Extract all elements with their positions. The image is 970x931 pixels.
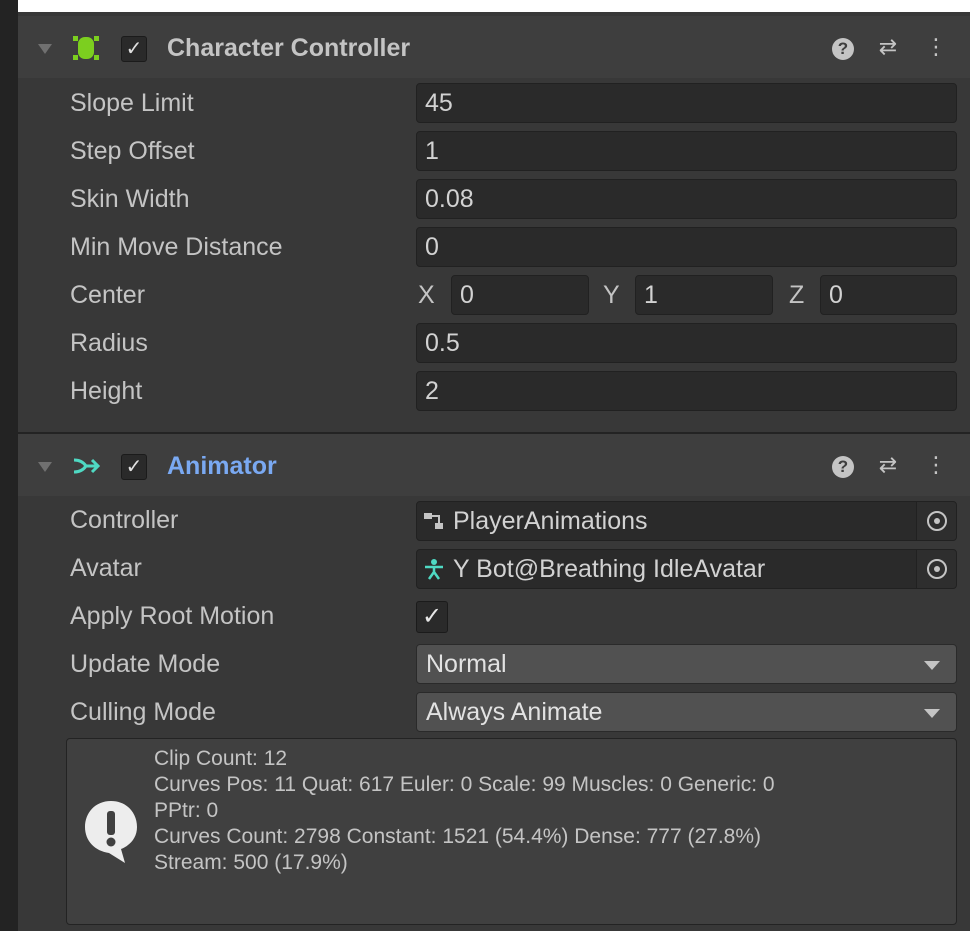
character-controller-title: Character Controller <box>167 34 411 62</box>
animator-enabled-checkbox[interactable]: ✓ <box>121 454 147 480</box>
character-controller-icon <box>73 36 99 60</box>
center-z-field[interactable]: 0 <box>820 275 957 315</box>
target-icon-dot <box>934 518 940 524</box>
character-controller-header[interactable]: ✓ Character Controller ? ⇄ ⋮ <box>18 16 970 78</box>
animator-controller-icon <box>424 513 443 529</box>
window-edge <box>0 0 18 931</box>
check-icon: ✓ <box>421 603 443 630</box>
culling-mode-label: Culling Mode <box>70 698 216 726</box>
dropdown-arrow-icon <box>924 661 940 670</box>
info-line: PPtr: 0 <box>154 799 219 822</box>
controller-object-field[interactable]: PlayerAnimations <box>416 501 957 541</box>
avatar-object-field[interactable]: Y Bot@Breathing IdleAvatar <box>416 549 957 589</box>
presets-button[interactable]: ⇄ <box>873 32 903 62</box>
target-icon-dot <box>934 566 940 572</box>
center-x-field[interactable]: 0 <box>451 275 589 315</box>
apply-root-motion-checkbox[interactable]: ✓ <box>416 601 448 633</box>
animator-title: Animator <box>167 452 277 480</box>
apply-root-motion-label: Apply Root Motion <box>70 602 275 630</box>
object-picker-button[interactable] <box>916 502 956 540</box>
screenshot-frame: ✓ Character Controller ? ⇄ ⋮ Slope Limit… <box>0 0 970 931</box>
step-offset-label: Step Offset <box>70 137 195 165</box>
presets-icon: ⇄ <box>878 452 898 477</box>
info-icon <box>85 801 137 863</box>
animator-icon <box>73 458 100 474</box>
info-line: Stream: 500 (17.9%) <box>154 851 348 874</box>
animator-info-helpbox: Clip Count: 12 Curves Pos: 11 Quat: 617 … <box>66 738 957 925</box>
update-mode-value: Normal <box>426 650 507 678</box>
avatar-label: Avatar <box>70 554 142 582</box>
dropdown-arrow-icon <box>924 709 940 718</box>
culling-mode-value: Always Animate <box>426 698 603 726</box>
update-mode-label: Update Mode <box>70 650 221 678</box>
controller-value: PlayerAnimations <box>453 507 648 535</box>
center-label: Center <box>70 281 146 309</box>
update-mode-dropdown[interactable]: Normal <box>416 644 957 684</box>
more-options-button[interactable]: ⋮ <box>921 32 951 62</box>
slope-limit-field[interactable]: 45 <box>416 83 957 123</box>
info-line: Curves Count: 2798 Constant: 1521 (54.4%… <box>154 825 762 848</box>
avatar-value: Y Bot@Breathing IdleAvatar <box>453 555 766 583</box>
inspector-panel: ✓ Character Controller ? ⇄ ⋮ Slope Limit… <box>18 12 970 931</box>
kebab-menu-icon: ⋮ <box>925 452 947 477</box>
skin-width-field[interactable]: 0.08 <box>416 179 957 219</box>
height-field[interactable]: 2 <box>416 371 957 411</box>
presets-button[interactable]: ⇄ <box>873 450 903 480</box>
center-x-label[interactable]: X <box>418 275 435 315</box>
check-icon: ✓ <box>125 38 143 60</box>
center-z-label[interactable]: Z <box>789 275 804 315</box>
min-move-distance-field[interactable]: 0 <box>416 227 957 267</box>
info-line: Clip Count: 12 <box>154 747 288 770</box>
more-options-button[interactable]: ⋮ <box>921 450 951 480</box>
center-y-label[interactable]: Y <box>603 275 620 315</box>
check-icon: ✓ <box>125 456 143 478</box>
foldout-arrow-icon[interactable] <box>38 462 52 472</box>
foldout-arrow-icon[interactable] <box>38 44 52 54</box>
skin-width-label: Skin Width <box>70 185 190 213</box>
animator-header[interactable]: ✓ Animator ? ⇄ ⋮ <box>18 434 970 496</box>
center-y-field[interactable]: 1 <box>635 275 773 315</box>
help-button[interactable]: ? <box>828 32 858 62</box>
character-controller-enabled-checkbox[interactable]: ✓ <box>121 36 147 62</box>
radius-label: Radius <box>70 329 148 357</box>
kebab-menu-icon: ⋮ <box>925 34 947 59</box>
radius-field[interactable]: 0.5 <box>416 323 957 363</box>
help-icon: ? <box>832 38 854 60</box>
height-label: Height <box>70 377 143 405</box>
controller-label: Controller <box>70 506 179 534</box>
object-picker-button[interactable] <box>916 550 956 588</box>
help-icon: ? <box>832 456 854 478</box>
avatar-figure-icon <box>425 559 443 580</box>
culling-mode-dropdown[interactable]: Always Animate <box>416 692 957 732</box>
slope-limit-label: Slope Limit <box>70 89 194 117</box>
min-move-distance-label: Min Move Distance <box>70 233 283 261</box>
step-offset-field[interactable]: 1 <box>416 131 957 171</box>
presets-icon: ⇄ <box>878 34 898 59</box>
help-button[interactable]: ? <box>828 450 858 480</box>
info-line: Curves Pos: 11 Quat: 617 Euler: 0 Scale:… <box>154 773 775 796</box>
